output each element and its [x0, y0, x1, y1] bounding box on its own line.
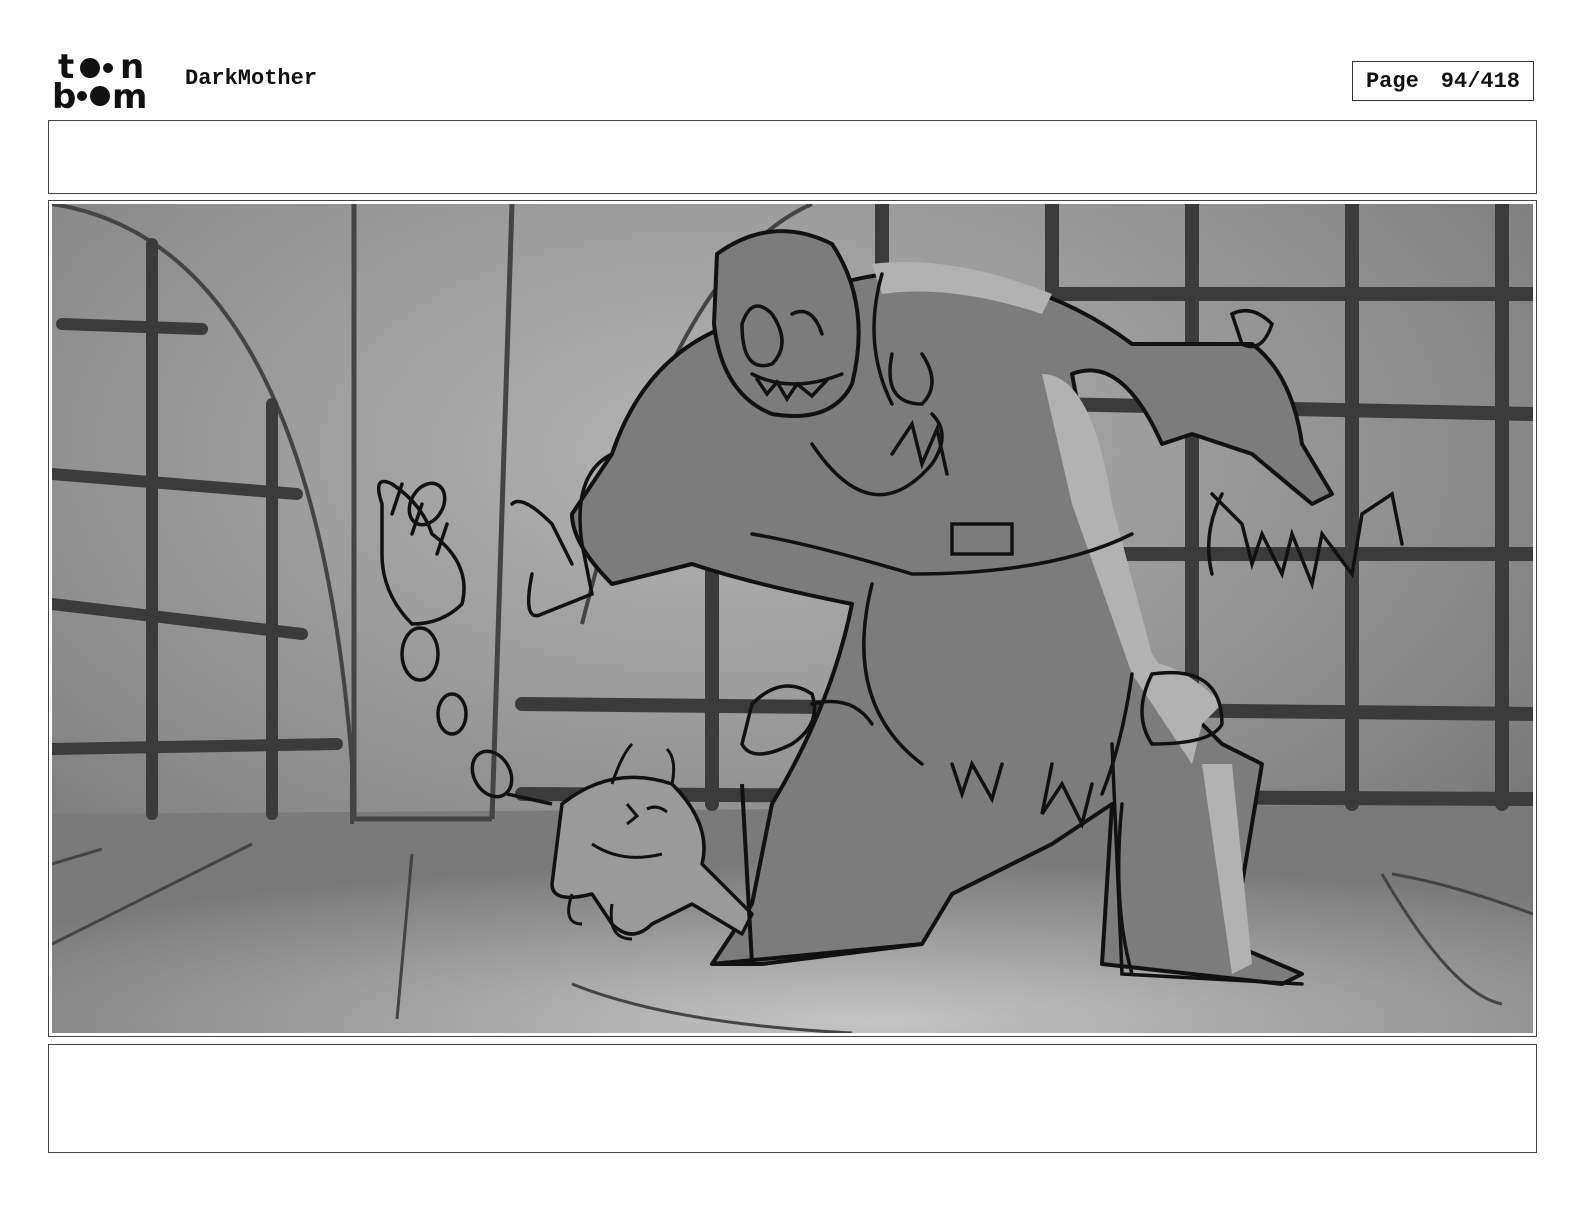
page-number: 94/418: [1440, 68, 1521, 94]
page-label: Page: [1365, 68, 1419, 94]
svg-text:m: m: [112, 77, 147, 112]
toonboom-logo: t n b m: [52, 50, 147, 112]
page-indicator: Page 94/418: [1352, 61, 1534, 101]
project-title: DarkMother: [185, 66, 318, 91]
panel-bottom-notes: [48, 1044, 1537, 1153]
panel-top-notes: [48, 120, 1537, 194]
storyboard-sketch-image: [52, 204, 1533, 1033]
storyboard-frame: [48, 200, 1537, 1037]
svg-text:b: b: [52, 77, 76, 112]
